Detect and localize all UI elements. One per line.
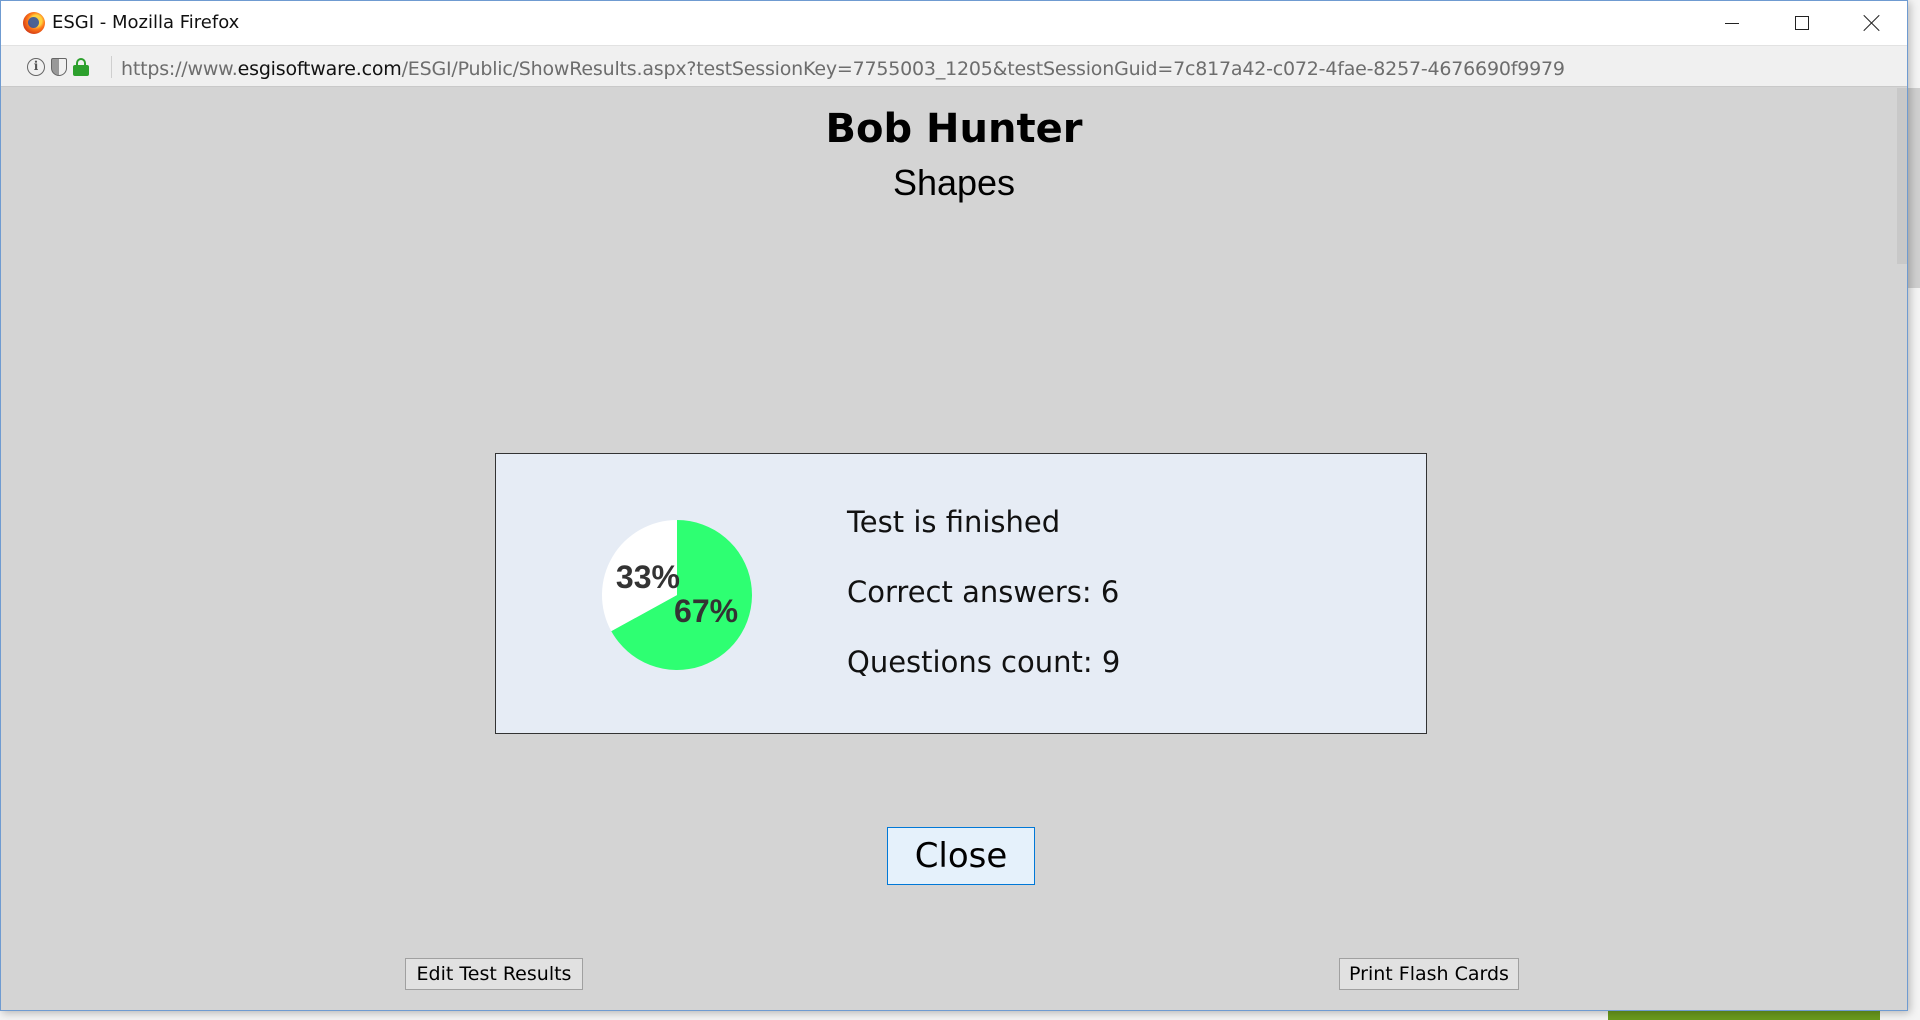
window-close-button[interactable] <box>1837 1 1907 45</box>
results-content: Bob Hunter Shapes 67% 33% Test is finishe… <box>1 88 1907 1010</box>
test-status-text: Test is finished <box>847 505 1061 539</box>
test-name: Shapes <box>892 162 1016 203</box>
url-separator <box>111 56 112 78</box>
questions-count-text: Questions count: 9 <box>847 645 1121 679</box>
address-bar[interactable]: i https://www.esgisoftware.com/ESGI/Publ… <box>1 45 1907 87</box>
minimize-button[interactable] <box>1697 1 1767 45</box>
window-scrollbar[interactable] <box>1897 88 1907 264</box>
pie-label-67: 67% <box>674 593 738 629</box>
close-button[interactable]: Close <box>887 827 1035 885</box>
tracking-protection-shield-icon[interactable] <box>51 58 67 76</box>
edit-test-results-button[interactable]: Edit Test Results <box>405 958 583 990</box>
browser-popup-window: ESGI - Mozilla Firefox i https://www.esg… <box>0 0 1908 1011</box>
window-title: ESGI - Mozilla Firefox <box>52 12 240 33</box>
correct-answers-text: Correct answers: 6 <box>847 575 1120 609</box>
site-info-icon[interactable]: i <box>27 58 45 76</box>
url-path: /ESGI/Public/ShowResults.aspx?testSessio… <box>401 58 1565 80</box>
firefox-logo-icon <box>23 12 45 34</box>
url-domain: esgisoftware.com <box>237 58 402 80</box>
url-prefix: https://www. <box>121 58 238 80</box>
url-text[interactable]: https://www.esgisoftware.com/ESGI/Public… <box>121 58 1565 80</box>
minimize-icon <box>1725 22 1739 24</box>
background-scrollbar <box>1908 88 1920 288</box>
result-summary-box: 67% 33% Test is finished Correct answers:… <box>495 453 1427 734</box>
secure-lock-icon[interactable] <box>73 58 89 76</box>
pie-chart-svg: 67%33% <box>602 520 752 670</box>
title-bar[interactable]: ESGI - Mozilla Firefox <box>1 1 1907 45</box>
close-icon <box>1863 14 1881 32</box>
pie-label-33: 33% <box>616 559 680 595</box>
score-pie-chart: 67% 33% <box>600 518 754 672</box>
maximize-button[interactable] <box>1767 1 1837 45</box>
student-name: Bob Hunter <box>825 106 1083 152</box>
maximize-icon <box>1795 16 1809 30</box>
print-flash-cards-button[interactable]: Print Flash Cards <box>1339 958 1519 990</box>
